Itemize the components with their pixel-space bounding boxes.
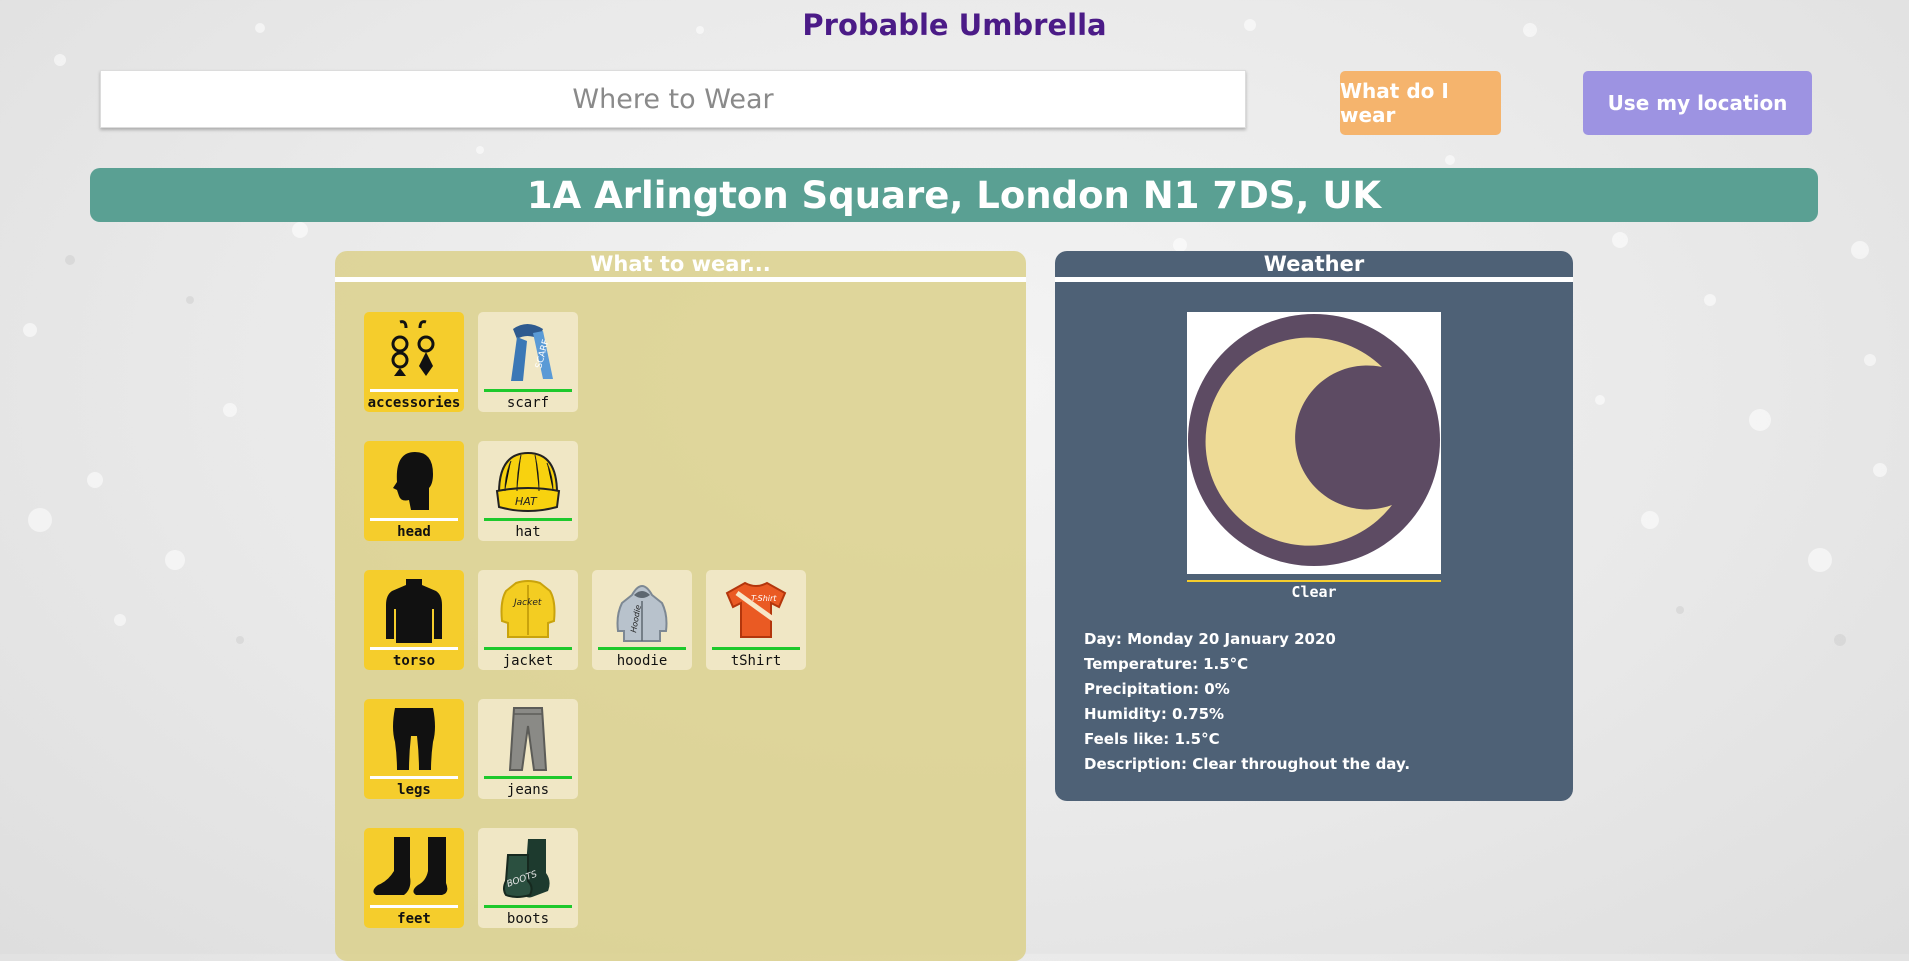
earrings-icon — [372, 317, 456, 387]
item-hat[interactable]: HAT hat — [478, 441, 578, 541]
category-label: legs — [397, 782, 431, 798]
tshirt-icon: T-Shirt — [714, 575, 798, 645]
legs-silhouette-icon — [372, 704, 456, 774]
use-my-location-button[interactable]: Use my location — [1583, 71, 1812, 135]
weather-condition: Clear — [1291, 583, 1337, 601]
what-do-i-wear-button[interactable]: What do I wear — [1340, 71, 1501, 135]
item-jacket[interactable]: Jacket jacket — [478, 570, 578, 670]
item-boots[interactable]: BOOTS boots — [478, 828, 578, 928]
weather-divider — [1187, 580, 1441, 582]
hat-icon: HAT — [486, 446, 570, 516]
category-legs[interactable]: legs — [364, 699, 464, 799]
item-label: jeans — [506, 782, 550, 798]
category-accessories[interactable]: accessories — [364, 312, 464, 412]
item-label: jacket — [502, 653, 554, 669]
weather-precipitation: Precipitation: 0% — [1084, 680, 1230, 698]
category-feet[interactable]: feet — [364, 828, 464, 928]
address-banner: 1A Arlington Square, London N1 7DS, UK — [90, 168, 1818, 222]
item-label: boots — [506, 911, 550, 927]
weather-feels-like: Feels like: 1.5°C — [1084, 730, 1220, 748]
boots-icon: BOOTS — [486, 833, 570, 903]
weather-description: Description: Clear throughout the day. — [1084, 755, 1411, 773]
what-to-wear-panel: What to wear... accessories SCARF scarf … — [335, 251, 1026, 961]
hoodie-icon: Hoodie — [600, 575, 684, 645]
item-jeans[interactable]: jeans — [478, 699, 578, 799]
category-head[interactable]: head — [364, 441, 464, 541]
weather-details: Day: Monday 20 January 2020 Temperature:… — [1084, 627, 1410, 777]
feet-silhouette-icon — [372, 833, 456, 903]
head-silhouette-icon — [372, 446, 456, 516]
where-to-wear-input[interactable] — [101, 82, 1245, 116]
weather-heading: Weather — [1055, 251, 1573, 282]
jeans-icon — [486, 704, 570, 774]
wear-row-head: head HAT hat — [364, 441, 578, 541]
app-title: Probable Umbrella — [802, 8, 1107, 42]
wear-row-feet: feet BOOTS boots — [364, 828, 578, 928]
wear-row-legs: legs jeans — [364, 699, 578, 799]
weather-day: Day: Monday 20 January 2020 — [1084, 630, 1336, 648]
svg-text:HAT: HAT — [515, 495, 538, 508]
category-torso[interactable]: torso — [364, 570, 464, 670]
weather-humidity: Humidity: 0.75% — [1084, 705, 1225, 723]
category-label: head — [397, 524, 431, 540]
item-label: hat — [515, 524, 541, 540]
category-label: feet — [397, 911, 431, 927]
jacket-icon: Jacket — [486, 575, 570, 645]
item-scarf[interactable]: SCARF scarf — [478, 312, 578, 412]
wear-row-accessories: accessories SCARF scarf — [364, 312, 578, 412]
item-label: tShirt — [730, 653, 782, 669]
item-hoodie[interactable]: Hoodie hoodie — [592, 570, 692, 670]
svg-text:T-Shirt: T-Shirt — [751, 594, 777, 603]
category-label: torso — [392, 653, 436, 669]
what-to-wear-heading: What to wear... — [335, 251, 1026, 282]
weather-panel: Weather Clear Day: Monday 20 January 202… — [1055, 251, 1573, 801]
search-box[interactable] — [100, 70, 1246, 128]
svg-text:Jacket: Jacket — [512, 598, 542, 608]
item-tshirt[interactable]: T-Shirt tShirt — [706, 570, 806, 670]
item-label: hoodie — [616, 653, 668, 669]
moon-icon — [1187, 312, 1441, 574]
scarf-icon: SCARF — [486, 317, 570, 387]
item-label: scarf — [506, 395, 550, 411]
wear-row-torso: torso Jacket jacket Hoodie hoodie T-Shir… — [364, 570, 806, 670]
weather-temperature: Temperature: 1.5°C — [1084, 655, 1249, 673]
torso-silhouette-icon — [372, 575, 456, 645]
category-label: accessories — [367, 395, 461, 411]
